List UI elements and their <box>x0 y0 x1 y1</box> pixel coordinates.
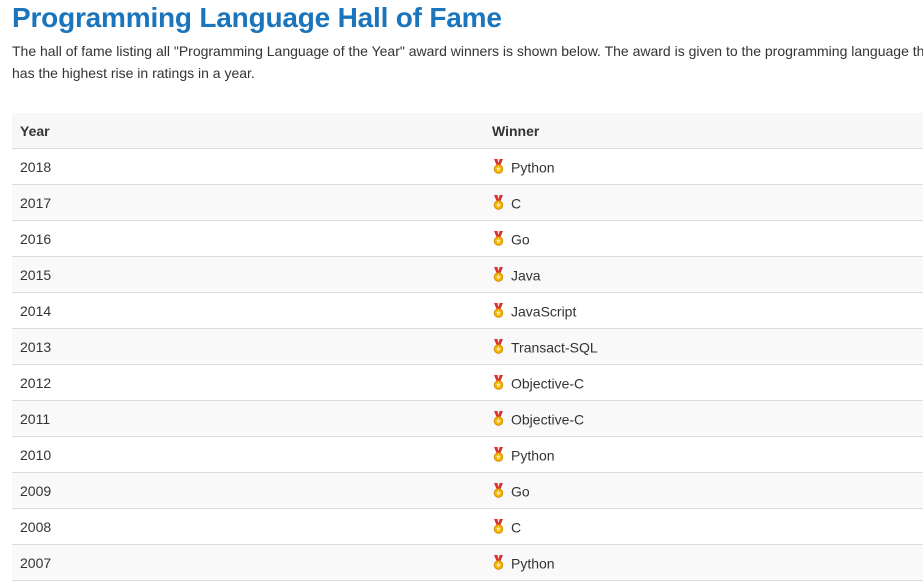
year-cell: 2018 <box>12 148 484 185</box>
medal-icon <box>493 410 504 426</box>
winner-name: Go <box>511 231 530 248</box>
year-cell: 2014 <box>12 292 484 329</box>
winner-cell: Go <box>484 220 923 257</box>
year-cell: 2010 <box>12 436 484 473</box>
year-cell: 2012 <box>12 364 484 401</box>
medal-icon <box>493 158 504 174</box>
winner-name: Objective-C <box>511 411 585 428</box>
intro-text: The hall of fame listing all "Programmin… <box>12 40 923 84</box>
medal-icon <box>493 338 504 354</box>
winner-cell: Python <box>484 544 923 581</box>
winner-name: C <box>511 195 522 212</box>
winner-name: Python <box>511 159 555 176</box>
medal-icon <box>493 230 504 246</box>
winner-cell: Python <box>484 148 923 185</box>
year-column-header: Year <box>12 113 484 149</box>
medal-icon <box>493 266 504 282</box>
winner-name: JavaScript <box>511 303 577 320</box>
table-row: 2013 Transact-SQL <box>12 328 923 365</box>
table-row: 2014 JavaScript <box>12 292 923 329</box>
table-row: 2010 Python <box>12 436 923 473</box>
winner-cell: Go <box>484 472 923 509</box>
medal-icon <box>493 194 504 210</box>
year-cell: 2016 <box>12 220 484 257</box>
table-row: 2017 C <box>12 184 923 221</box>
winner-name: Transact-SQL <box>511 339 598 356</box>
winner-cell: C <box>484 508 923 545</box>
medal-icon <box>493 446 504 462</box>
winner-cell: Objective-C <box>484 400 923 437</box>
medal-icon <box>493 482 504 498</box>
table-row: 2007 Python <box>12 544 923 581</box>
winner-name: Java <box>511 267 541 284</box>
page-title: Programming Language Hall of Fame <box>12 2 502 33</box>
winner-name: C <box>511 519 522 536</box>
table-header: Year Winner <box>12 113 923 149</box>
winner-name: Python <box>511 447 555 464</box>
year-cell: 2009 <box>12 472 484 509</box>
winner-cell: Java <box>484 256 923 293</box>
winner-cell: Transact-SQL <box>484 328 923 365</box>
year-cell: 2017 <box>12 184 484 221</box>
table-row: 2018 Python <box>12 148 923 185</box>
medal-icon <box>493 554 504 570</box>
medal-icon <box>493 374 504 390</box>
winner-cell: Python <box>484 436 923 473</box>
winner-column-header: Winner <box>484 113 923 149</box>
winner-name: Go <box>511 483 530 500</box>
table-row: 2011 Objective-C <box>12 400 923 437</box>
page-container: Programming Language Hall of Fame The ha… <box>12 0 923 581</box>
table-body: 2018 Python 2017 C 2016 Go 2015 Java 201… <box>12 148 923 581</box>
year-cell: 2007 <box>12 544 484 581</box>
year-cell: 2015 <box>12 256 484 293</box>
winner-cell: Objective-C <box>484 364 923 401</box>
winner-cell: JavaScript <box>484 292 923 329</box>
winner-cell: C <box>484 184 923 221</box>
hall-of-fame-table: Year Winner 2018 Python 2017 C 2016 Go 2… <box>12 113 923 581</box>
table-row: 2009 Go <box>12 472 923 509</box>
year-cell: 2008 <box>12 508 484 545</box>
table-row: 2015 Java <box>12 256 923 293</box>
table-row: 2012 Objective-C <box>12 364 923 401</box>
intro-line-2: has the highest rise in ratings in a yea… <box>12 65 255 81</box>
winner-name: Python <box>511 555 555 572</box>
year-cell: 2013 <box>12 328 484 365</box>
table-row: 2008 C <box>12 508 923 545</box>
table-row: 2016 Go <box>12 220 923 257</box>
table-header-row: Year Winner <box>12 113 923 149</box>
winner-name: Objective-C <box>511 375 585 392</box>
medal-icon <box>493 518 504 534</box>
year-cell: 2011 <box>12 400 484 437</box>
medal-icon <box>493 302 504 318</box>
intro-line-1: The hall of fame listing all "Programmin… <box>12 43 923 59</box>
